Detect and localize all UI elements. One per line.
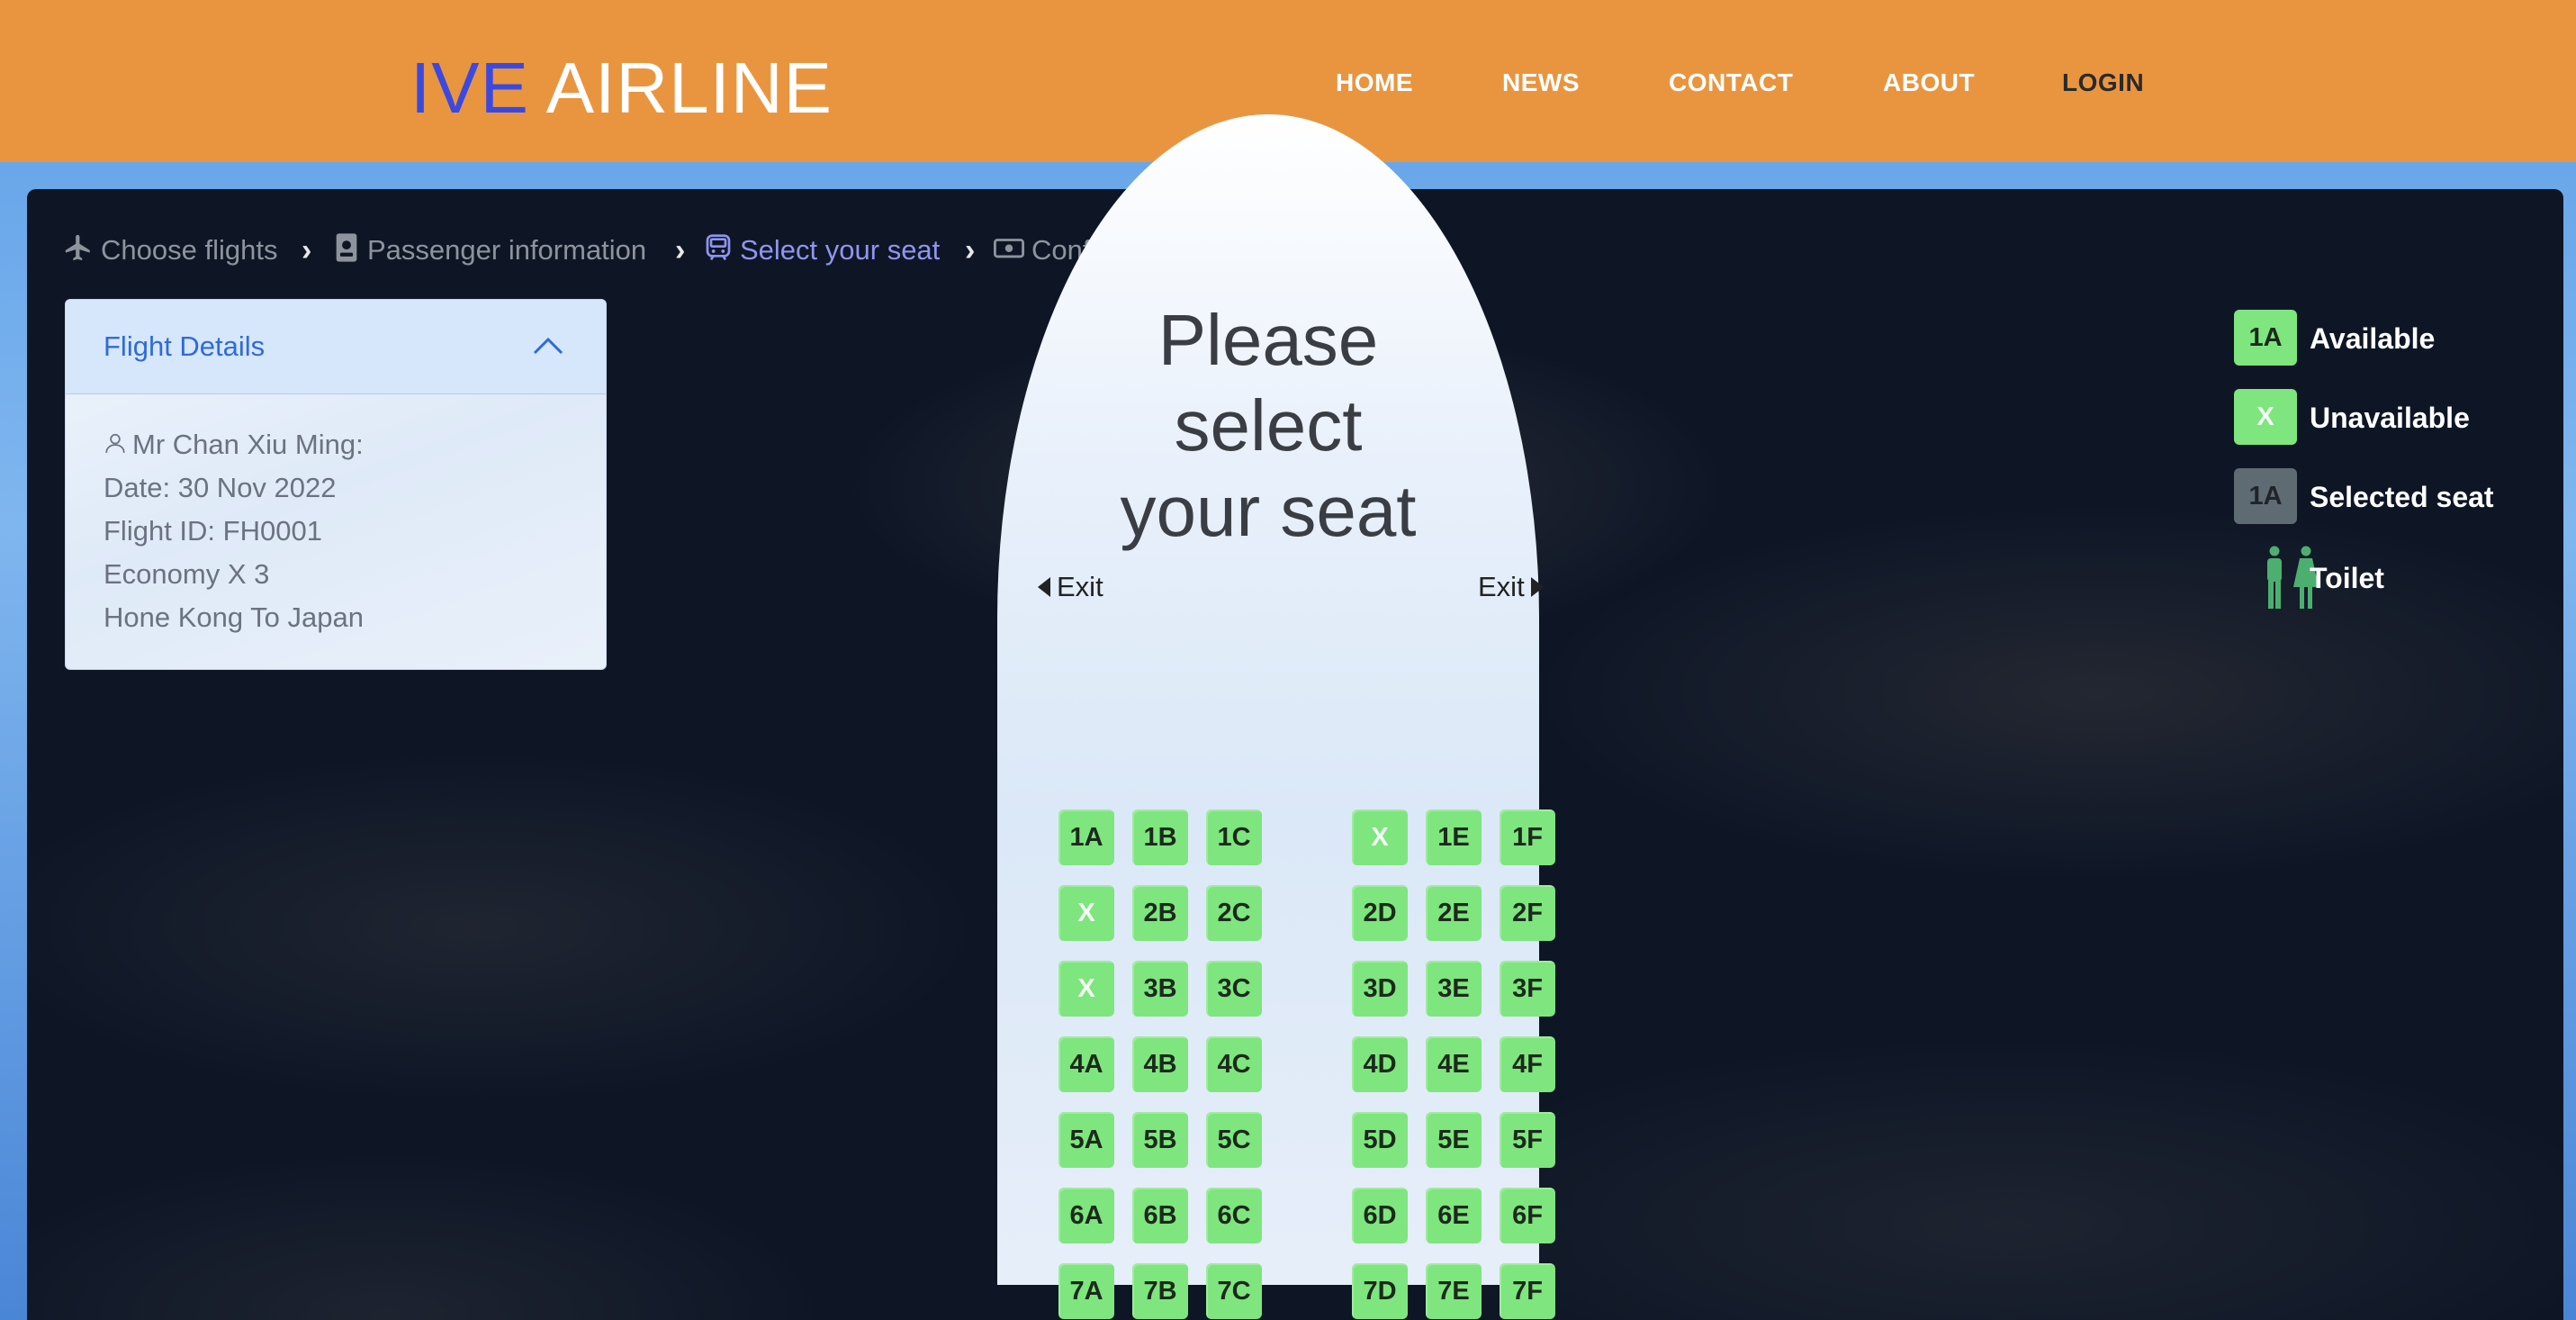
passport-icon xyxy=(333,232,360,272)
seat-4c[interactable]: 4C xyxy=(1206,1036,1262,1092)
exit-left: Exit xyxy=(1037,569,1103,605)
seat-3e[interactable]: 3E xyxy=(1426,961,1482,1017)
chevron-right-icon: › xyxy=(302,233,312,267)
seat-6a[interactable]: 6A xyxy=(1058,1188,1114,1243)
seat-6f[interactable]: 6F xyxy=(1500,1188,1555,1243)
seat-2f[interactable]: 2F xyxy=(1500,885,1555,941)
seat-4e[interactable]: 4E xyxy=(1426,1036,1482,1092)
seat-1b[interactable]: 1B xyxy=(1132,809,1188,865)
heading-line: Please xyxy=(1157,300,1379,380)
legend-unavailable-swatch: X xyxy=(2234,389,2297,445)
seat-7a[interactable]: 7A xyxy=(1058,1263,1114,1319)
step-label: Passenger information xyxy=(367,234,647,267)
legend-available-label: Available xyxy=(2310,322,2436,355)
passenger-name-text: Mr Chan Xiu Ming: xyxy=(132,429,364,460)
flight-date: Date: 30 Nov 2022 xyxy=(104,472,337,503)
chevron-right-icon: › xyxy=(965,233,976,267)
seat-5b[interactable]: 5B xyxy=(1132,1112,1188,1168)
nav-login-link[interactable]: LOGIN xyxy=(2062,65,2144,101)
airline-logo[interactable]: IVE AIRLINE xyxy=(410,47,833,130)
exit-label: Exit xyxy=(1478,571,1525,602)
seat-1a[interactable]: 1A xyxy=(1058,809,1114,865)
seat-5e[interactable]: 5E xyxy=(1426,1112,1482,1168)
flight-details-header[interactable]: Flight Details xyxy=(66,300,606,394)
cabin-class: Economy X 3 xyxy=(104,558,270,590)
seat-7b[interactable]: 7B xyxy=(1132,1263,1188,1319)
caret-left-icon xyxy=(1037,571,1051,607)
flight-route: Hone Kong To Japan xyxy=(104,601,364,633)
seat-6e[interactable]: 6E xyxy=(1426,1188,1482,1243)
nav-news-link[interactable]: NEWS xyxy=(1502,65,1580,101)
step-choose-flights[interactable]: Choose flights xyxy=(63,232,277,268)
flight-id: Flight ID: FH0001 xyxy=(104,515,322,547)
seat-1e[interactable]: 1E xyxy=(1426,809,1482,865)
seat-4a[interactable]: 4A xyxy=(1058,1036,1114,1092)
legend-selected-label: Selected seat xyxy=(2310,481,2494,513)
seat-unavailable: X xyxy=(1058,885,1114,941)
exit-right: Exit xyxy=(1478,569,1545,605)
seat-5a[interactable]: 5A xyxy=(1058,1112,1114,1168)
seat-6b[interactable]: 6B xyxy=(1132,1188,1188,1243)
seat-7e[interactable]: 7E xyxy=(1426,1263,1482,1319)
person-icon xyxy=(104,429,127,464)
nav-about-link[interactable]: ABOUT xyxy=(1883,65,1975,101)
seat-6c[interactable]: 6C xyxy=(1206,1188,1262,1243)
seat-4f[interactable]: 4F xyxy=(1500,1036,1555,1092)
seat-7c[interactable]: 7C xyxy=(1206,1263,1262,1319)
exit-label: Exit xyxy=(1057,571,1103,602)
seat-6d[interactable]: 6D xyxy=(1352,1188,1408,1243)
step-passenger-information[interactable]: Passenger information xyxy=(333,232,646,268)
passenger-name: Mr Chan Xiu Ming: xyxy=(104,428,364,464)
seat-2e[interactable]: 2E xyxy=(1426,885,1482,941)
seat-1c[interactable]: 1C xyxy=(1206,809,1262,865)
flight-details-card: Flight Details Mr Chan Xiu Ming: Date: 3… xyxy=(65,299,607,670)
heading-line: select xyxy=(1174,385,1363,466)
flight-details-title: Flight Details xyxy=(104,330,266,362)
seat-unavailable: X xyxy=(1352,809,1408,865)
seat-4b[interactable]: 4B xyxy=(1132,1036,1188,1092)
legend-available-swatch: 1A xyxy=(2234,310,2297,366)
train-seat-icon xyxy=(704,232,733,272)
seat-3d[interactable]: 3D xyxy=(1352,961,1408,1017)
logo-text: AIRLINE xyxy=(545,48,833,128)
seat-3c[interactable]: 3C xyxy=(1206,961,1262,1017)
nav-home-link[interactable]: HOME xyxy=(1336,65,1413,101)
seat-3b[interactable]: 3B xyxy=(1132,961,1188,1017)
chevron-up-icon[interactable] xyxy=(532,336,564,360)
step-label: Choose flights xyxy=(101,234,278,267)
seat-3f[interactable]: 3F xyxy=(1500,961,1555,1017)
seat-2d[interactable]: 2D xyxy=(1352,885,1408,941)
seat-unavailable: X xyxy=(1058,961,1114,1017)
legend-selected-swatch: 1A xyxy=(2234,468,2297,524)
caret-right-icon xyxy=(1530,571,1545,607)
legend-toilet-label: Toilet xyxy=(2310,562,2384,594)
seat-5c[interactable]: 5C xyxy=(1206,1112,1262,1168)
seat-5d[interactable]: 5D xyxy=(1352,1112,1408,1168)
airplane-icon xyxy=(63,232,94,272)
legend-unavailable-label: Unavailable xyxy=(2310,402,2470,434)
chevron-right-icon: › xyxy=(675,233,686,267)
step-label: Select your seat xyxy=(740,234,941,267)
heading-line: your seat xyxy=(1120,471,1417,551)
step-select-your-seat[interactable]: Select your seat xyxy=(704,232,940,268)
seat-4d[interactable]: 4D xyxy=(1352,1036,1408,1092)
seat-7f[interactable]: 7F xyxy=(1500,1263,1555,1319)
nav-contact-link[interactable]: CONTACT xyxy=(1669,65,1793,101)
cash-icon xyxy=(994,232,1024,272)
seat-7d[interactable]: 7D xyxy=(1352,1263,1408,1319)
seat-2b[interactable]: 2B xyxy=(1132,885,1188,941)
aircraft-fuselage xyxy=(997,114,1539,1285)
logo-accent-text: IVE xyxy=(410,48,529,128)
seat-map-heading: Please select your seat xyxy=(997,297,1539,554)
seat-1f[interactable]: 1F xyxy=(1500,809,1555,865)
seat-5f[interactable]: 5F xyxy=(1500,1112,1555,1168)
seat-2c[interactable]: 2C xyxy=(1206,885,1262,941)
